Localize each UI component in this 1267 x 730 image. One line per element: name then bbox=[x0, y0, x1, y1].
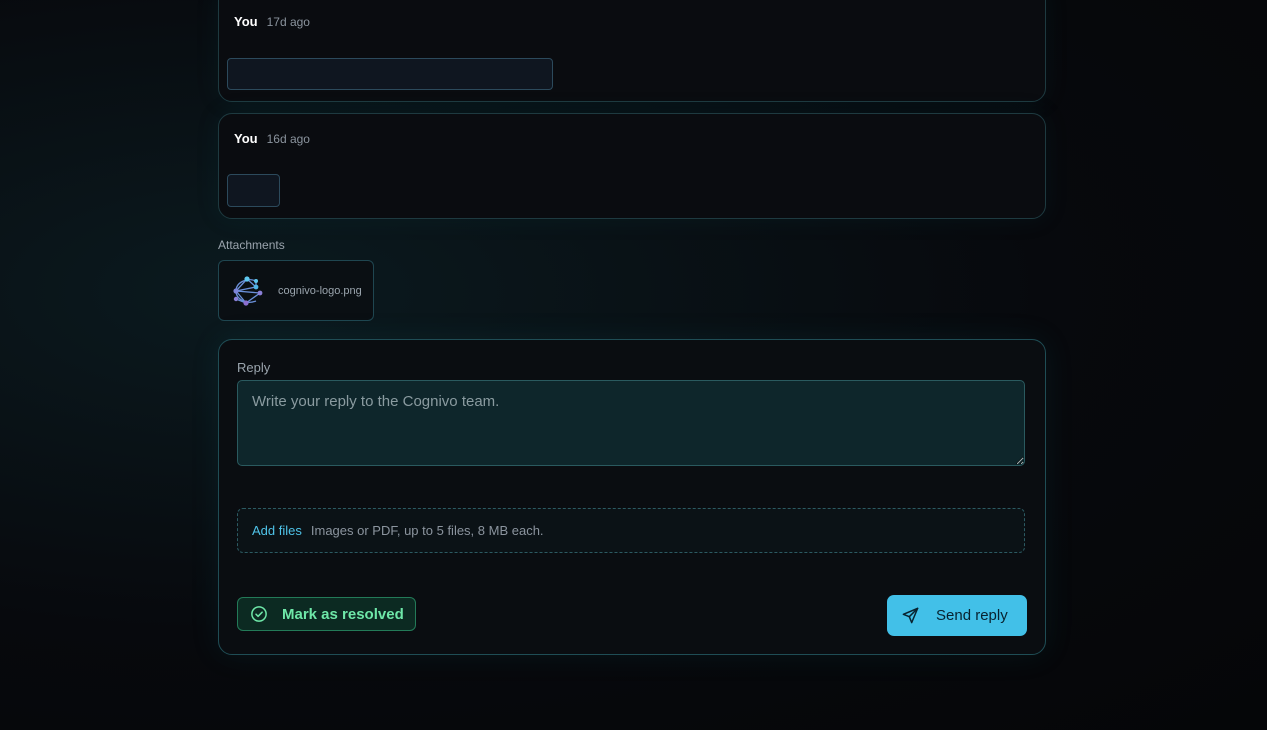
attachment-filename: cognivo-logo.png bbox=[278, 284, 362, 297]
mark-resolved-label: Mark as resolved bbox=[282, 605, 404, 623]
mark-resolved-button[interactable]: Mark as resolved bbox=[237, 597, 416, 631]
send-reply-button[interactable]: Send reply bbox=[887, 595, 1027, 636]
add-files-link[interactable]: Add files bbox=[252, 523, 302, 538]
paper-plane-icon bbox=[902, 607, 919, 624]
send-reply-label: Send reply bbox=[936, 607, 1008, 624]
file-dropzone[interactable]: Add files Images or PDF, up to 5 files, … bbox=[237, 508, 1025, 553]
check-circle-icon bbox=[251, 606, 267, 622]
message-body bbox=[227, 58, 553, 90]
message-author: You bbox=[234, 131, 258, 146]
attachments-label: Attachments bbox=[218, 238, 285, 252]
message-header: You 16d ago bbox=[234, 131, 310, 146]
message-body bbox=[227, 174, 280, 207]
message-time: 17d ago bbox=[266, 15, 310, 29]
message-card: You 16d ago bbox=[218, 113, 1046, 219]
reply-label: Reply bbox=[237, 360, 271, 375]
message-time: 16d ago bbox=[266, 132, 310, 146]
message-author: You bbox=[234, 14, 258, 29]
file-hint: Images or PDF, up to 5 files, 8 MB each. bbox=[310, 523, 544, 538]
message-header: You 17d ago bbox=[234, 14, 310, 29]
cognivo-logo-icon bbox=[233, 275, 263, 306]
message-card: You 17d ago bbox=[218, 0, 1046, 102]
reply-textarea[interactable] bbox=[237, 380, 1025, 466]
reply-panel: Reply Add files Images or PDF, up to 5 f… bbox=[218, 339, 1046, 655]
attachment-item[interactable]: cognivo-logo.png bbox=[218, 260, 374, 321]
